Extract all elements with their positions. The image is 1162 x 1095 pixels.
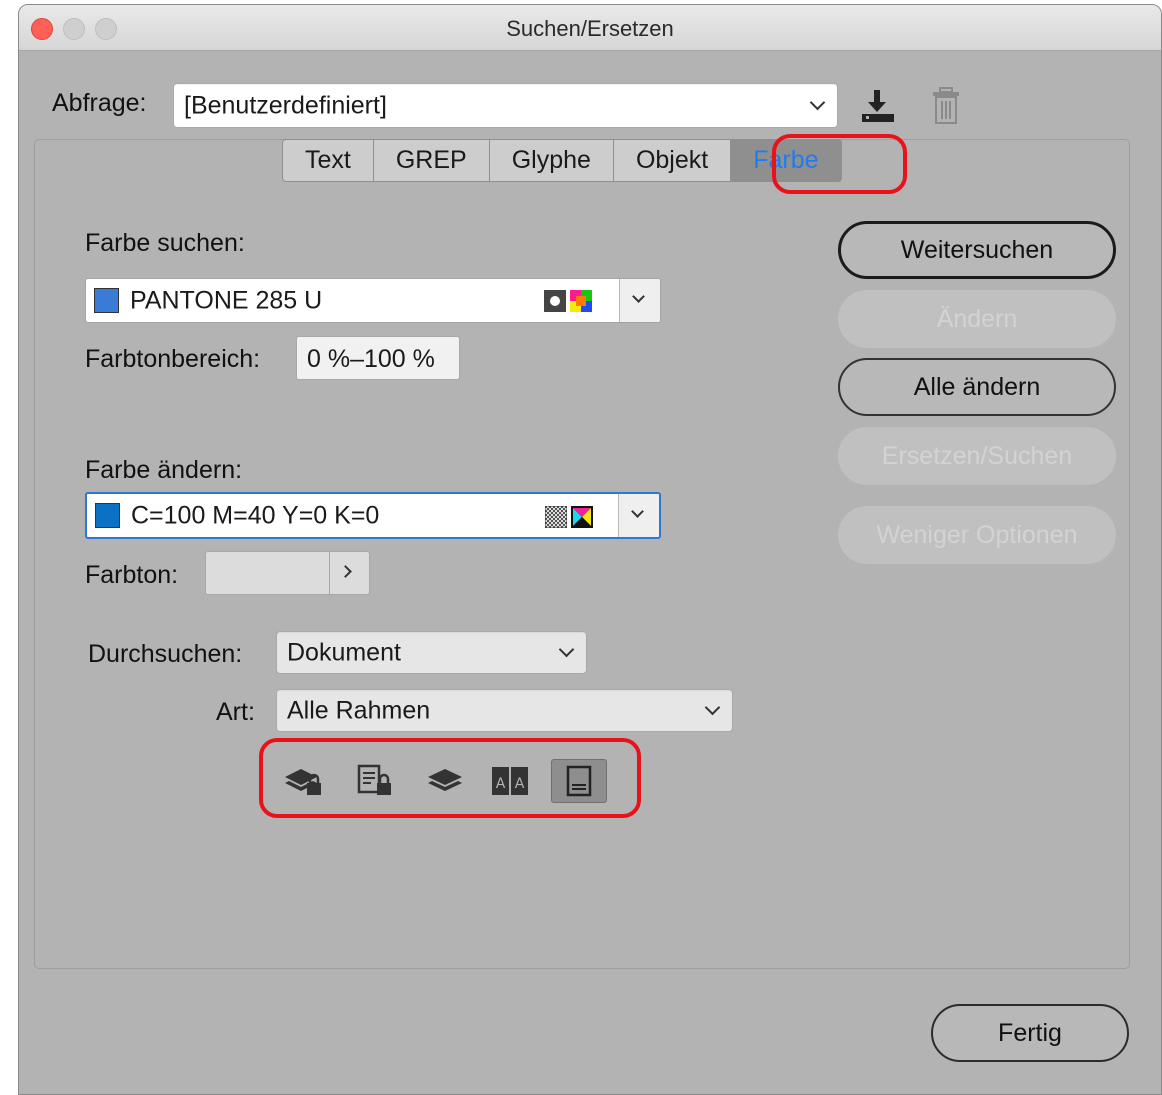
tint-range-label: Farbtonbereich: bbox=[85, 345, 261, 373]
tint-label: Farbton: bbox=[85, 561, 179, 589]
window-title: Suchen/Ersetzen bbox=[506, 16, 674, 41]
type-value: Alle Rahmen bbox=[287, 696, 431, 724]
find-color-dropdown-button[interactable] bbox=[620, 279, 660, 322]
title-bar: Suchen/Ersetzen bbox=[19, 5, 1161, 51]
tab-grep[interactable]: GREP bbox=[373, 139, 490, 182]
find-color-label: Farbe suchen: bbox=[85, 229, 245, 257]
done-button[interactable]: Fertig bbox=[931, 1004, 1129, 1062]
change-color-value: C=100 M=40 Y=0 K=0 bbox=[131, 501, 380, 529]
tab-glyph[interactable]: Glyphe bbox=[489, 139, 614, 182]
chevron-down-icon bbox=[558, 641, 575, 658]
change-color-swatch bbox=[95, 503, 120, 528]
tab-object[interactable]: Objekt bbox=[613, 139, 732, 182]
tint-field[interactable] bbox=[205, 551, 330, 595]
chevron-right-icon bbox=[339, 565, 352, 578]
chevron-down-icon bbox=[704, 699, 721, 716]
change-button[interactable]: Ändern bbox=[838, 290, 1116, 348]
change-color-dropdown-button[interactable] bbox=[619, 494, 659, 537]
tab-text[interactable]: Text bbox=[282, 139, 374, 182]
tint-stepper-button[interactable] bbox=[329, 551, 370, 595]
icons-highlight bbox=[259, 738, 641, 818]
query-value: [Benutzerdefiniert] bbox=[184, 91, 387, 119]
type-select[interactable]: Alle Rahmen bbox=[276, 689, 733, 732]
search-scope-select[interactable]: Dokument bbox=[276, 631, 587, 674]
change-all-button[interactable]: Alle ändern bbox=[838, 358, 1116, 416]
change-color-select[interactable]: C=100 M=40 Y=0 K=0 bbox=[85, 492, 661, 539]
process-color-icon bbox=[545, 506, 567, 528]
save-query-button[interactable] bbox=[858, 88, 898, 124]
find-next-button[interactable]: Weitersuchen bbox=[838, 221, 1116, 279]
spot-color-icon bbox=[544, 290, 566, 312]
chevron-down-icon bbox=[809, 94, 826, 111]
tint-range-field[interactable]: 0 %–100 % bbox=[296, 336, 460, 380]
query-label: Abfrage: bbox=[52, 89, 147, 117]
tab-highlight bbox=[772, 134, 907, 194]
find-color-swatch bbox=[94, 288, 119, 313]
find-color-value: PANTONE 285 U bbox=[130, 286, 323, 314]
change-color-label: Farbe ändern: bbox=[85, 456, 243, 484]
search-scope-label: Durchsuchen: bbox=[88, 640, 243, 668]
find-color-select[interactable]: PANTONE 285 U bbox=[85, 278, 661, 323]
type-label: Art: bbox=[216, 698, 255, 726]
chevron-down-icon bbox=[632, 290, 645, 303]
fewer-options-button[interactable]: Weniger Optionen bbox=[838, 506, 1116, 564]
color-mode-icon bbox=[570, 290, 592, 312]
download-icon bbox=[862, 90, 894, 122]
cmyk-mode-icon bbox=[571, 506, 593, 528]
delete-query-button[interactable] bbox=[930, 86, 962, 126]
tab-bar: Text GREP Glyphe Objekt Farbe bbox=[282, 139, 842, 182]
change-find-button[interactable]: Ersetzen/Suchen bbox=[838, 427, 1116, 485]
search-scope-value: Dokument bbox=[287, 638, 401, 666]
query-select[interactable]: [Benutzerdefiniert] bbox=[173, 83, 838, 128]
chevron-down-icon bbox=[631, 505, 644, 518]
trash-icon bbox=[933, 87, 959, 124]
